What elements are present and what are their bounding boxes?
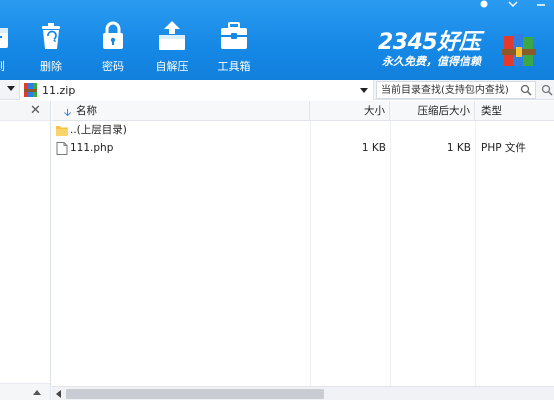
window-controls (466, 0, 548, 12)
column-divider (390, 121, 391, 386)
tree-scrollbar[interactable] (0, 383, 50, 400)
list-header: 🡫 名称 大小 压缩后大小 类型 (52, 101, 554, 121)
search-box[interactable] (376, 81, 536, 99)
search-icon[interactable] (520, 84, 532, 96)
scroll-left-icon[interactable] (56, 390, 61, 398)
zip-file-icon (24, 83, 37, 97)
horizontal-scrollbar[interactable] (52, 386, 554, 400)
path-combobox[interactable]: 11.zip (20, 80, 374, 100)
path-dropdown-icon[interactable] (360, 88, 368, 93)
brand-slogan: 永久免费，值得信赖 (382, 55, 481, 68)
toolbar: 到 删除 密码 自解压 (0, 0, 554, 80)
tree-toggle-button[interactable] (0, 80, 20, 100)
chevron-down-icon (7, 86, 15, 91)
lock-icon (103, 21, 123, 49)
upload-box-icon (159, 21, 185, 50)
minimize-icon[interactable] (534, 0, 548, 12)
tree-panel-header: ✕ (0, 101, 50, 121)
folder-icon (56, 126, 68, 136)
scroll-up-icon[interactable] (33, 390, 41, 395)
toolbox-icon (221, 22, 247, 49)
document-icon (56, 142, 68, 155)
help-icon[interactable] (477, 0, 491, 12)
sort-arrow-icon: 🡫 (64, 108, 72, 119)
list-item-file[interactable]: 111.php 1 KB 1 KB PHP 文件 (52, 140, 554, 157)
column-header-size[interactable]: 大小 (310, 101, 390, 121)
column-header-type[interactable]: 类型 (475, 101, 554, 121)
column-header-compressed-size[interactable]: 压缩后大小 (390, 101, 475, 121)
menu-icon[interactable] (506, 0, 520, 12)
extract-icon (0, 28, 8, 48)
self-extract-button[interactable]: 自解压 (154, 20, 190, 76)
column-header-name[interactable]: 🡫 名称 (52, 101, 310, 121)
trash-icon (42, 23, 60, 49)
brand-logo-text: 2345好压 永久免费，值得信赖 (376, 24, 516, 70)
file-list: 🡫 名称 大小 压缩后大小 类型 ..(上层目录) 111.php 1 KB 1… (52, 101, 554, 400)
search-input[interactable] (381, 83, 511, 97)
column-divider (310, 121, 311, 386)
archive-books-icon (502, 34, 536, 66)
address-bar: 11.zip (0, 80, 554, 100)
search-side-button[interactable] (538, 80, 554, 100)
scrollbar-thumb[interactable] (66, 389, 324, 399)
extract-to-button[interactable]: 到 (0, 20, 14, 76)
delete-button[interactable]: 删除 (34, 20, 68, 76)
brand-name: 2345好压 (378, 30, 481, 55)
password-button[interactable]: 密码 (96, 20, 130, 76)
list-item-parent-dir[interactable]: ..(上层目录) (52, 122, 554, 139)
close-icon[interactable]: ✕ (30, 103, 41, 118)
current-path: 11.zip (42, 84, 76, 97)
toolbox-button[interactable]: 工具箱 (214, 20, 254, 76)
column-divider (475, 121, 476, 386)
folder-tree-panel: ✕ (0, 101, 51, 400)
search-icon (541, 84, 553, 96)
